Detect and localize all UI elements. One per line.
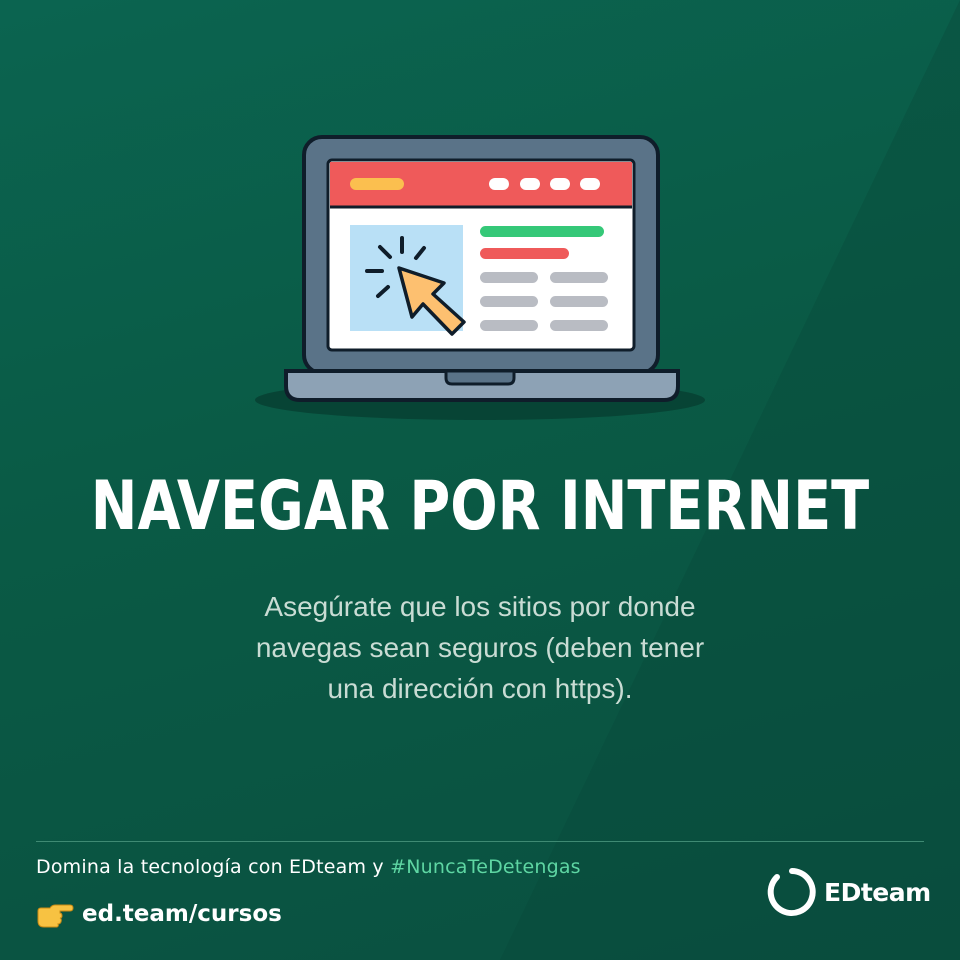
- brand-name: EDteam: [824, 877, 931, 907]
- headline: NAVEGAR POR INTERNET: [90, 467, 870, 546]
- laptop-browser-icon: [255, 135, 705, 420]
- pointing-hand-icon: [37, 904, 74, 928]
- laptop-notch: [444, 369, 516, 386]
- browser-url: [350, 178, 404, 190]
- tagline-text: Domina la tecnología con EDteam y: [36, 856, 391, 878]
- subtitle-line: una dirección con https).: [327, 673, 633, 704]
- brand: EDteam: [766, 866, 931, 918]
- divider: [36, 841, 924, 842]
- subtitle-line: navegas sean seguros (deben tener: [255, 632, 705, 663]
- edteam-logo: [767, 868, 816, 916]
- browser-dot-3: [550, 178, 570, 190]
- hashtag[interactable]: #NuncaTeDetengas: [390, 856, 581, 878]
- browser-dot-4: [580, 178, 600, 190]
- browser-dot-2: [520, 178, 540, 190]
- footer-tagline: Domina la tecnología con EDteam y #Nunca…: [36, 856, 581, 878]
- browser-dot-1: [489, 178, 509, 190]
- courses-link-text[interactable]: ed.team/cursos: [82, 901, 282, 927]
- subtitle-line: Asegúrate que los sitios por donde: [264, 591, 696, 622]
- subtitle: Asegúrate que los sitios por donde naveg…: [180, 586, 780, 709]
- courses-link[interactable]: ed.team/cursos: [36, 896, 282, 932]
